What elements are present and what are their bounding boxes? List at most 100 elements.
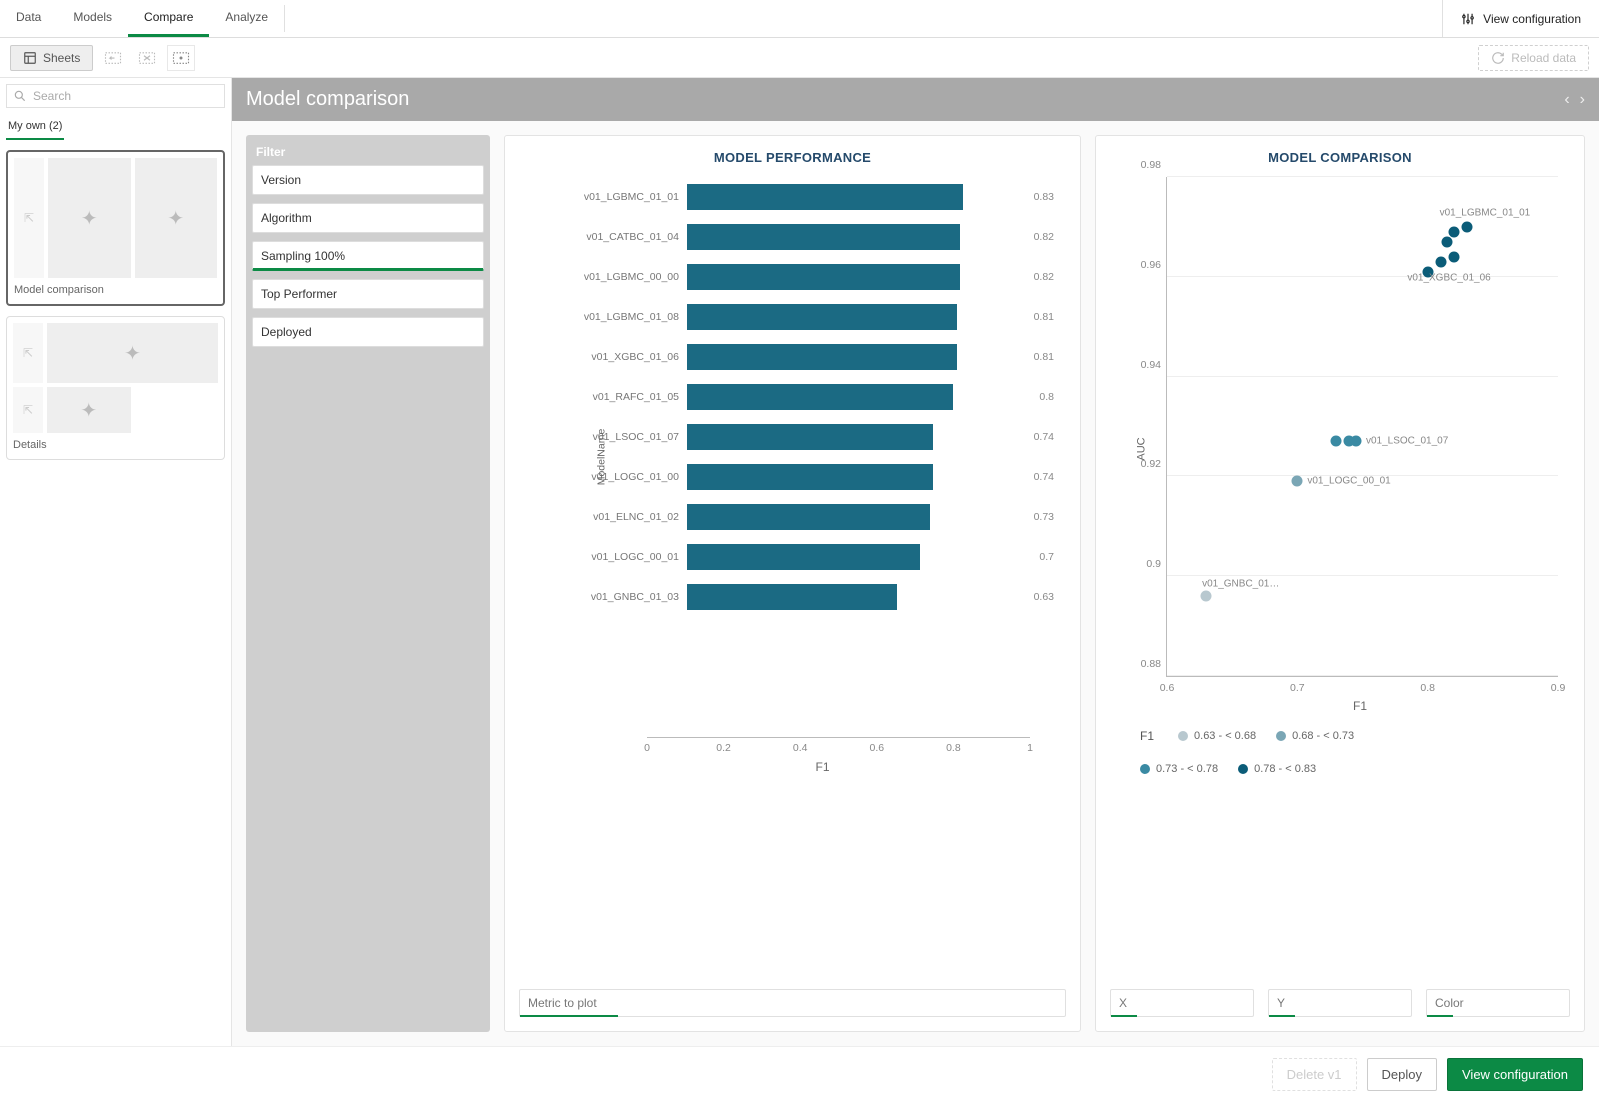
search-placeholder: Search [33, 89, 71, 103]
bar-x-tick: 0.2 [716, 742, 731, 754]
scatter-point-label: v01_LGBMC_01_01 [1440, 207, 1531, 218]
scatter-y-tick: 0.92 [1127, 458, 1161, 470]
external-icon: ⇱ [23, 346, 33, 360]
page-next-icon[interactable]: › [1580, 91, 1585, 109]
bar-row[interactable]: v01_CATBC_01_040.82 [559, 217, 1056, 257]
bar-category-label: v01_ELNC_01_02 [559, 511, 687, 523]
bar-x-tick: 1 [1027, 742, 1033, 754]
filter-item[interactable]: Algorithm [252, 203, 484, 233]
bar-row[interactable]: v01_GNBC_01_03 0.63 [559, 577, 1056, 617]
sheets-label: Sheets [43, 51, 80, 65]
bar-value-label: 0.7 [1039, 551, 1054, 563]
search-input[interactable]: Search [6, 84, 225, 108]
scatter-point[interactable] [1350, 436, 1361, 447]
legend-dot-icon [1140, 764, 1150, 774]
page-header: Model comparison ‹ › [232, 78, 1599, 121]
bar-x-tick: 0 [644, 742, 650, 754]
view-configuration-button[interactable]: View configuration [1447, 1058, 1583, 1091]
bar-category-label: v01_RAFC_01_05 [559, 391, 687, 403]
sliders-icon [1461, 12, 1475, 26]
deploy-button[interactable]: Deploy [1367, 1058, 1437, 1091]
scatter-y-tick: 0.9 [1127, 558, 1161, 570]
tab-compare[interactable]: Compare [128, 0, 209, 37]
model-comparison-card: MODEL COMPARISON AUC 0.880.90.920.940.96… [1095, 135, 1585, 1032]
legend-dot-icon [1238, 764, 1248, 774]
puzzle-icon: ✦ [81, 206, 98, 231]
sheet-thumb-label: Details [13, 439, 218, 451]
page-prev-icon[interactable]: ‹ [1564, 91, 1569, 109]
scatter-legend: F1 0.63 - < 0.680.68 - < 0.730.73 - < 0.… [1140, 729, 1570, 775]
metric-to-plot-select[interactable]: Metric to plot [519, 989, 1066, 1017]
bar-row[interactable]: v01_LGBMC_01_01 0.83 [559, 177, 1056, 217]
tab-separator [284, 5, 285, 32]
legend-dot-icon [1178, 731, 1188, 741]
scatter-point[interactable] [1435, 256, 1446, 267]
bar-row[interactable]: v01_ELNC_01_020.73 [559, 497, 1056, 537]
selection-back-icon[interactable] [99, 45, 127, 71]
bar-category-label: v01_GNBC_01_03 [559, 591, 687, 603]
filter-item[interactable]: Sampling 100% [252, 241, 484, 271]
bar-row[interactable]: v01_RAFC_01_05 0.8 [559, 377, 1056, 417]
scatter-point[interactable] [1461, 221, 1472, 232]
chart-title: MODEL COMPARISON [1110, 150, 1570, 165]
bar-value-label: 0.83 [1034, 191, 1054, 203]
filter-header: Filter [252, 141, 484, 165]
filter-item[interactable]: Deployed [252, 317, 484, 347]
bar-row[interactable]: v01_LOGC_00_010.7 [559, 537, 1056, 577]
bar-category-label: v01_LGBMC_01_01 [559, 191, 687, 203]
scatter-point[interactable] [1292, 476, 1303, 487]
color-select[interactable]: Color [1426, 989, 1570, 1017]
bar-x-axis-title: F1 [579, 760, 1066, 774]
scatter-point[interactable] [1442, 236, 1453, 247]
tab-data[interactable]: Data [0, 0, 57, 37]
bar-row[interactable]: v01_LGBMC_01_080.81 [559, 297, 1056, 337]
scatter-point-label: v01_LSOC_01_07 [1366, 436, 1448, 447]
bar-value-label: 0.82 [1034, 271, 1054, 283]
bar-value-label: 0.8 [1039, 391, 1054, 403]
legend-item: 0.78 - < 0.83 [1238, 763, 1316, 775]
puzzle-icon: ✦ [124, 341, 141, 366]
bar-value-label: 0.63 [1034, 591, 1054, 603]
top-tabbar: Data Models Compare Analyze View configu… [0, 0, 1599, 38]
scatter-point[interactable] [1331, 436, 1342, 447]
selection-clear-icon[interactable] [133, 45, 161, 71]
bar-category-label: v01_LGBMC_01_08 [559, 311, 687, 323]
bar-row[interactable]: v01_LSOC_01_070.74 [559, 417, 1056, 457]
bar-category-label: v01_LSOC_01_07 [559, 431, 687, 443]
reload-label: Reload data [1511, 51, 1576, 65]
scatter-x-tick: 0.9 [1551, 682, 1566, 694]
sheets-sidebar: Search My own (2) ⇱ ✦ ✦ Model comparison… [0, 78, 232, 1046]
sheets-button[interactable]: Sheets [10, 45, 93, 71]
sheet-thumb-model-comparison[interactable]: ⇱ ✦ ✦ Model comparison [6, 150, 225, 306]
sheets-icon [23, 51, 37, 65]
tab-analyze[interactable]: Analyze [209, 0, 284, 37]
external-icon: ⇱ [24, 211, 34, 225]
y-axis-select[interactable]: Y [1268, 989, 1412, 1017]
filter-item[interactable]: Top Performer [252, 279, 484, 309]
selection-tool-icon[interactable] [167, 45, 195, 71]
scatter-point[interactable] [1201, 591, 1212, 602]
x-axis-select[interactable]: X [1110, 989, 1254, 1017]
sheet-thumb-details[interactable]: ⇱ ✦ ⇱ ✦ Details [6, 316, 225, 460]
bar-value-label: 0.81 [1034, 351, 1054, 363]
puzzle-icon: ✦ [80, 398, 97, 423]
filter-panel: Filter Version Algorithm Sampling 100% Top … [246, 135, 490, 1032]
sidebar-tab-myown[interactable]: My own (2) [6, 116, 64, 140]
reload-icon [1491, 51, 1505, 65]
scatter-x-tick: 0.8 [1420, 682, 1435, 694]
bar-chart[interactable]: ModelName v01_LGBMC_01_010.83v01_CATBC_0… [559, 177, 1056, 737]
scatter-chart[interactable]: AUC 0.880.90.920.940.960.980.60.70.80.9v… [1110, 177, 1570, 721]
bar-row[interactable]: v01_LGBMC_00_000.82 [559, 257, 1056, 297]
bar-x-tick: 0.8 [946, 742, 961, 754]
filter-item[interactable]: Version [252, 165, 484, 195]
scatter-point[interactable] [1448, 251, 1459, 262]
delete-button: Delete v1 [1272, 1058, 1357, 1091]
tab-models[interactable]: Models [57, 0, 128, 37]
view-configuration-top[interactable]: View configuration [1442, 0, 1599, 37]
view-config-label: View configuration [1483, 12, 1581, 26]
bar-row[interactable]: v01_LOGC_01_000.74 [559, 457, 1056, 497]
bar-row[interactable]: v01_XGBC_01_060.81 [559, 337, 1056, 377]
legend-item: 0.68 - < 0.73 [1276, 730, 1354, 742]
scatter-point[interactable] [1448, 226, 1459, 237]
scatter-point-label: v01_XGBC_01_06 [1407, 272, 1490, 283]
